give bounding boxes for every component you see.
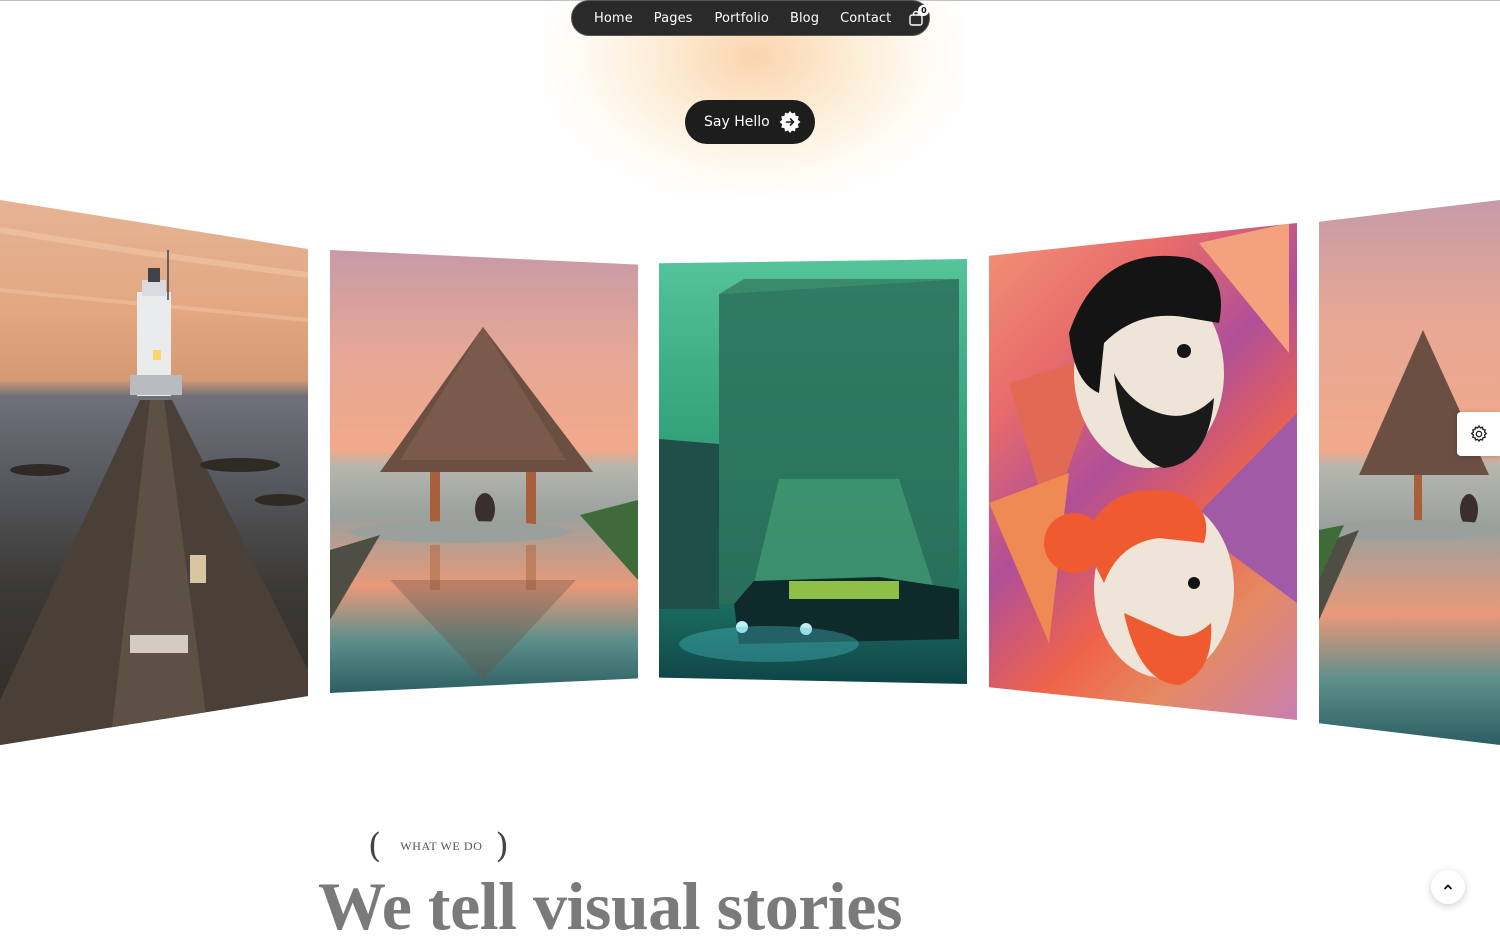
settings-button[interactable]	[1457, 412, 1500, 456]
hut-image-partial	[1319, 330, 1500, 620]
nav-link-home[interactable]: Home	[594, 11, 633, 26]
cart-button[interactable]: 0	[908, 5, 930, 26]
lighthouse-image	[0, 227, 308, 745]
image-gallery	[0, 195, 1500, 755]
bearded-men-illustration	[989, 223, 1297, 685]
nav-link-contact[interactable]: Contact	[840, 11, 891, 26]
building-car-image	[659, 279, 959, 662]
nav-link-portfolio[interactable]: Portfolio	[715, 11, 769, 26]
main-navbar: Home Pages Portfolio Blog Contact 0	[571, 0, 930, 36]
gallery-card-hut-partial[interactable]	[1319, 200, 1500, 745]
say-hello-button[interactable]: Say Hello	[685, 100, 815, 144]
nav-link-pages[interactable]: Pages	[654, 11, 693, 26]
gallery-card-illustration[interactable]	[989, 223, 1297, 720]
gear-icon	[1470, 424, 1487, 443]
scroll-to-top-button[interactable]	[1431, 870, 1465, 904]
gallery-card-hut[interactable]	[330, 250, 638, 693]
nav-link-blog[interactable]: Blog	[790, 11, 819, 26]
close-paren-decoration: )	[495, 826, 509, 866]
hut-image	[330, 327, 638, 680]
open-paren-decoration: (	[368, 826, 382, 866]
gallery-card-lighthouse[interactable]	[0, 200, 308, 745]
arrow-badge-icon	[779, 111, 801, 133]
section-label-text: WHAT WE DO	[400, 838, 483, 853]
chevron-up-icon	[1444, 884, 1452, 890]
section-label: ( WHAT WE DO )	[368, 828, 509, 864]
gallery-card-building[interactable]	[659, 259, 967, 684]
say-hello-label: Say Hello	[704, 114, 770, 130]
cart-count-badge: 0	[918, 5, 930, 16]
section-heading: We tell visual stories	[318, 868, 902, 938]
